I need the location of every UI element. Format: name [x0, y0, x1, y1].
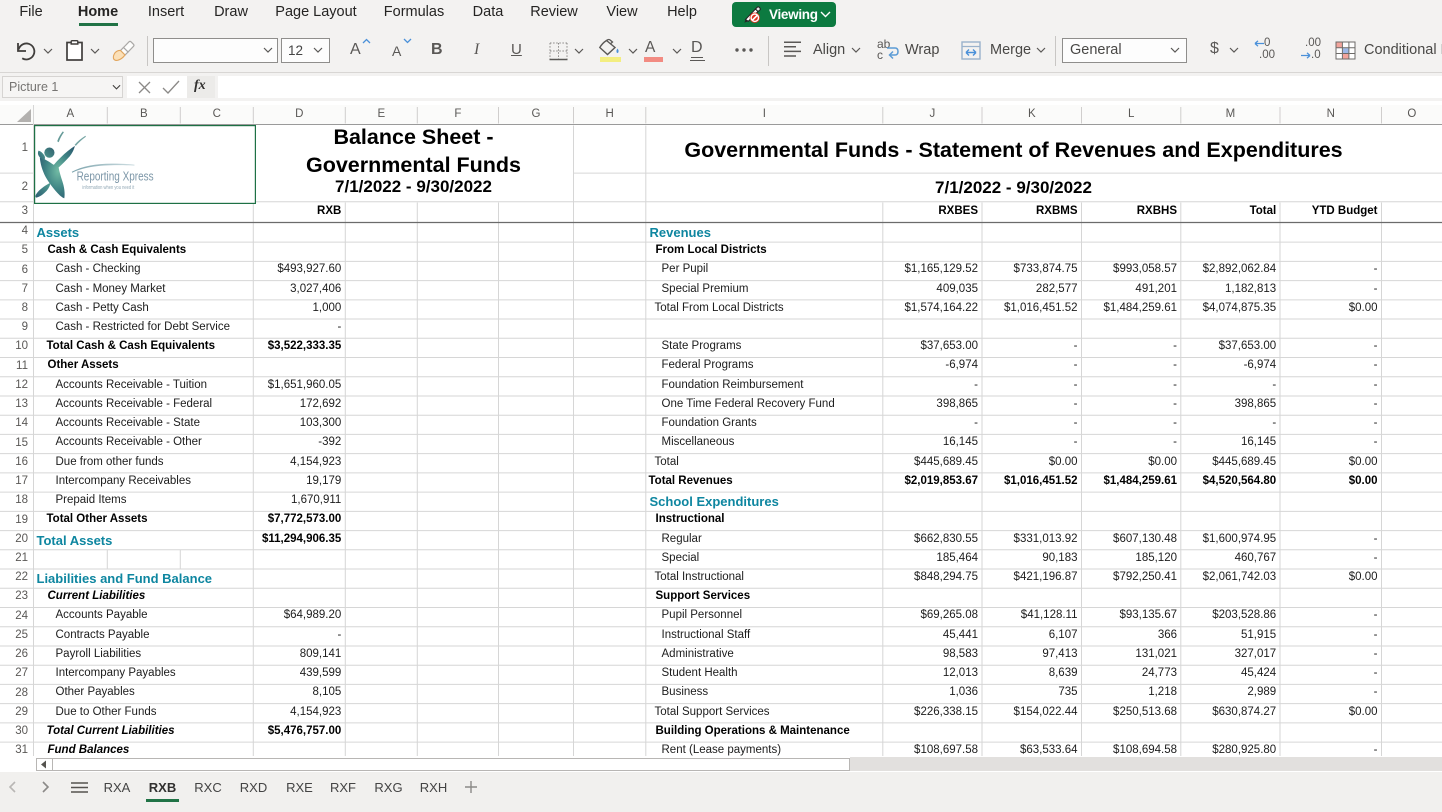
svg-text:information when you need it: information when you need it	[82, 185, 134, 191]
svg-text:Reporting Xpress: Reporting Xpress	[77, 170, 154, 184]
